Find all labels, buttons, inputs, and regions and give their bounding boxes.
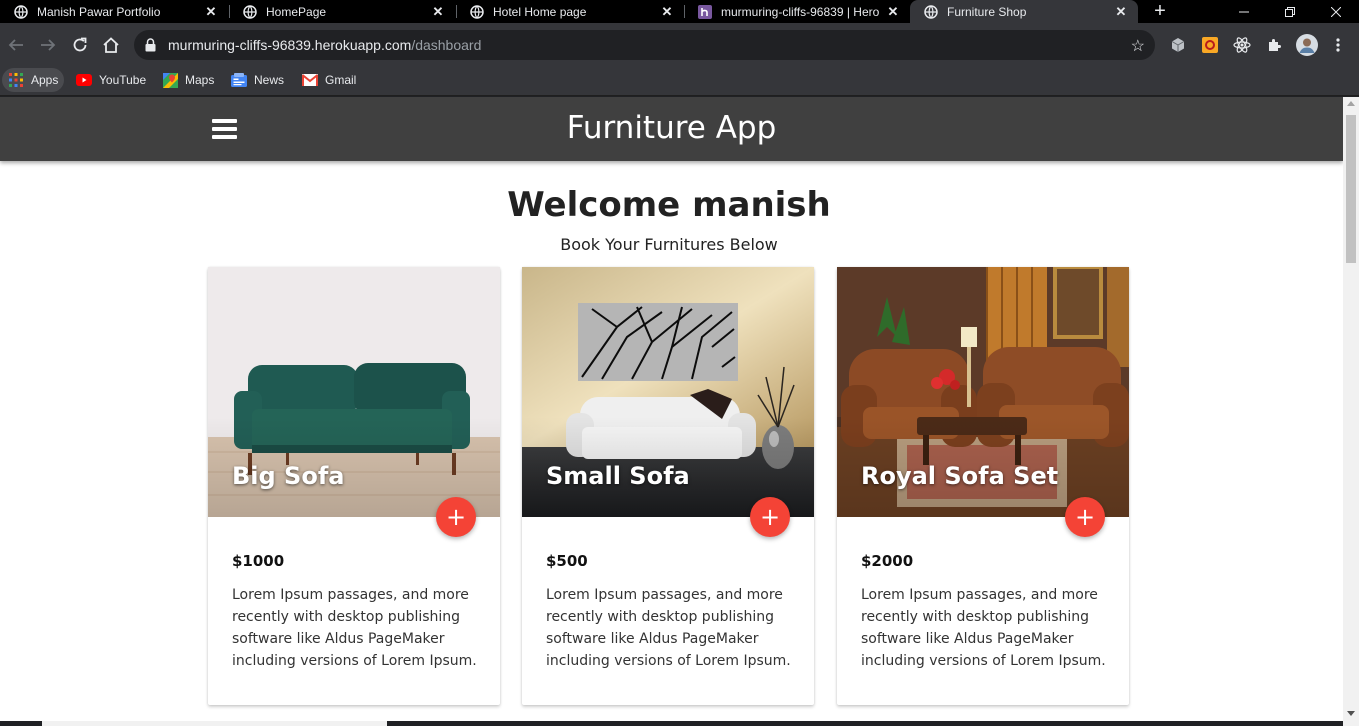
extensions-puzzle-icon[interactable]	[1265, 36, 1283, 54]
new-tab-button[interactable]: +	[1150, 1, 1170, 21]
back-arrow-icon[interactable]	[6, 35, 26, 55]
browser-toolbar: murmuring-cliffs-96839.herokuapp.com/das…	[0, 23, 1359, 68]
product-card: Big Sofa + $1000 Lorem Ipsum passages, a…	[208, 267, 500, 705]
heroku-icon	[698, 4, 712, 19]
browser-tab[interactable]: Manish Pawar Portfolio ✕	[0, 0, 228, 23]
scroll-up-arrow-icon[interactable]	[1347, 101, 1355, 106]
bookmark-label: Apps	[31, 73, 59, 87]
bookmarks-bar: Apps YouTube Maps News Gmail	[0, 68, 1359, 96]
product-card: Royal Sofa Set + $2000 Lorem Ipsum passa…	[837, 267, 1129, 705]
bookmark-news[interactable]: News	[231, 68, 284, 92]
globe-icon	[924, 4, 938, 19]
tab-title: HomePage	[266, 4, 327, 19]
add-to-cart-button[interactable]: +	[750, 497, 790, 537]
apps-grid-icon	[8, 72, 24, 88]
page-scrollbar[interactable]	[1343, 97, 1359, 726]
chrome-menu-icon[interactable]	[1329, 36, 1347, 54]
bookmark-label: YouTube	[99, 73, 147, 87]
taskbar-edge	[0, 721, 1343, 726]
product-description: Lorem Ipsum passages, and more recently …	[861, 587, 1106, 669]
horizontal-scroll-indicator	[42, 721, 387, 726]
page-subtitle: Book Your Furnitures Below	[560, 235, 778, 254]
product-card: Small Sofa + $500 Lorem Ipsum passages, …	[522, 267, 814, 705]
bookmark-star-icon[interactable]: ☆	[1131, 36, 1145, 56]
close-tab-icon[interactable]: ✕	[886, 4, 900, 19]
product-price: $1000	[232, 552, 285, 570]
bookmark-apps[interactable]: Apps	[2, 68, 65, 92]
scroll-down-arrow-icon[interactable]	[1347, 711, 1355, 716]
maps-icon	[162, 72, 178, 88]
close-tab-icon[interactable]: ✕	[204, 4, 218, 19]
globe-icon	[14, 4, 28, 19]
extension-cube-icon[interactable]	[1169, 36, 1187, 54]
browser-tab[interactable]: HomePage ✕	[229, 0, 455, 23]
page-viewport: Furniture App Welcome manish Book Your F…	[0, 97, 1343, 726]
react-devtools-icon[interactable]	[1233, 36, 1251, 54]
lock-icon[interactable]	[145, 38, 156, 57]
product-title: Royal Sofa Set	[861, 462, 1059, 490]
bookmark-label: News	[254, 73, 285, 87]
tab-title: murmuring-cliffs-96839 | Hero	[721, 4, 880, 19]
tab-title: Hotel Home page	[493, 4, 587, 19]
add-to-cart-button[interactable]: +	[436, 497, 476, 537]
url-host: murmuring-cliffs-96839.herokuapp.com	[168, 37, 412, 53]
tab-title: Furniture Shop	[947, 4, 1027, 19]
product-title: Small Sofa	[546, 462, 690, 490]
news-icon	[231, 72, 247, 88]
browser-tab-active[interactable]: Furniture Shop ✕	[910, 0, 1138, 23]
app-title: Furniture App	[566, 110, 777, 146]
bookmark-gmail[interactable]: Gmail	[302, 68, 356, 92]
address-bar[interactable]: murmuring-cliffs-96839.herokuapp.com/das…	[134, 30, 1155, 60]
forward-arrow-icon[interactable]	[38, 35, 58, 55]
minimize-window-icon[interactable]	[1221, 0, 1267, 23]
product-price: $2000	[861, 552, 914, 570]
product-description: Lorem Ipsum passages, and more recently …	[232, 587, 477, 669]
youtube-icon	[76, 72, 92, 88]
bookmark-maps[interactable]: Maps	[162, 68, 214, 92]
url-text: murmuring-cliffs-96839.herokuapp.com/das…	[168, 37, 481, 53]
close-tab-icon[interactable]: ✕	[1114, 4, 1128, 19]
browser-tab-strip: Manish Pawar Portfolio ✕ HomePage ✕ Hote…	[0, 0, 1359, 23]
product-title: Big Sofa	[232, 462, 345, 490]
scrollbar-thumb[interactable]	[1346, 115, 1356, 263]
close-tab-icon[interactable]: ✕	[660, 4, 674, 19]
bookmark-label: Maps	[185, 73, 215, 87]
restore-window-icon[interactable]	[1267, 0, 1313, 23]
add-to-cart-button[interactable]: +	[1065, 497, 1105, 537]
close-tab-icon[interactable]: ✕	[431, 4, 445, 19]
product-price: $500	[546, 552, 588, 570]
gmail-icon	[302, 72, 318, 88]
product-description: Lorem Ipsum passages, and more recently …	[546, 587, 791, 669]
app-bar: Furniture App	[0, 97, 1343, 161]
home-icon[interactable]	[101, 35, 121, 55]
globe-icon	[243, 4, 257, 19]
bookmark-youtube[interactable]: YouTube	[76, 68, 146, 92]
tab-title: Manish Pawar Portfolio	[37, 4, 161, 19]
extension-orange-icon[interactable]	[1201, 36, 1219, 54]
reload-icon[interactable]	[70, 35, 90, 55]
welcome-heading: Welcome manish	[507, 185, 831, 225]
browser-tab[interactable]: Hotel Home page ✕	[456, 0, 684, 23]
bookmark-label: Gmail	[325, 73, 357, 87]
url-path: /dashboard	[411, 37, 482, 53]
browser-tab[interactable]: murmuring-cliffs-96839 | Hero ✕	[684, 0, 910, 23]
close-window-icon[interactable]	[1313, 0, 1359, 23]
globe-icon	[470, 4, 484, 19]
profile-avatar[interactable]	[1296, 34, 1318, 56]
